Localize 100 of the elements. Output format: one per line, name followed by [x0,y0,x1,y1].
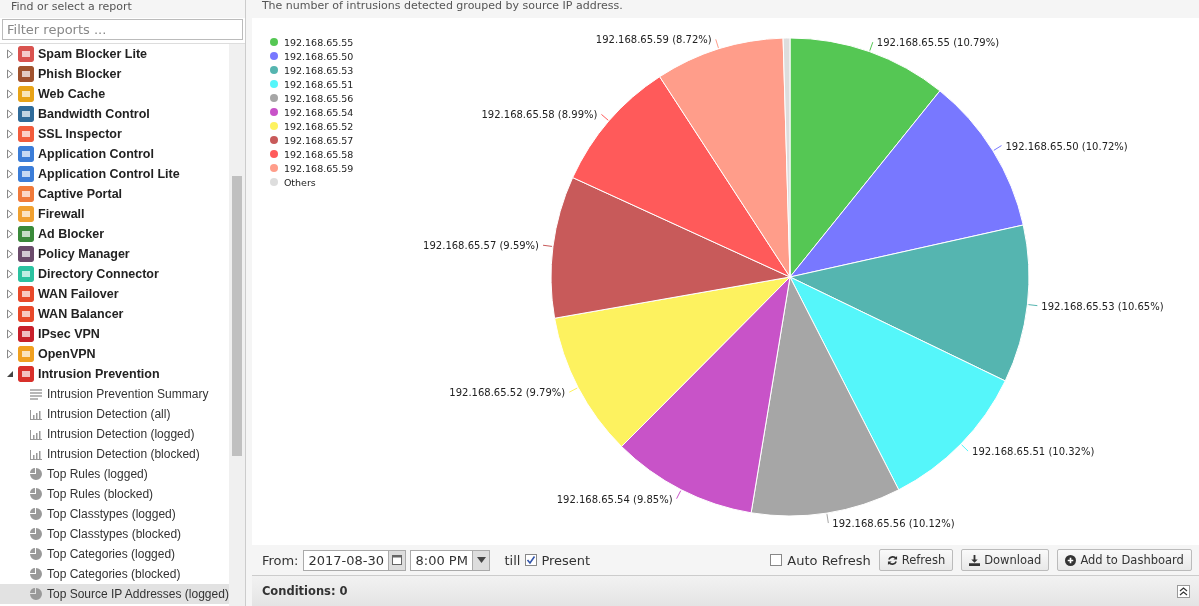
present-label: Present [541,552,591,568]
slice-label: 192.168.65.50 (10.72%) [1005,140,1128,152]
tree-item[interactable]: Intrusion Prevention Summary [0,384,229,404]
pie-chart-icon [30,548,42,560]
tree-item[interactable]: Top Classtypes (logged) [0,504,229,524]
add-button[interactable]: Add to Dashboard [1057,549,1192,571]
slice-label: 192.168.65.54 (9.85%) [556,493,673,505]
bar-chart-icon [30,408,42,420]
tree-item[interactable]: Directory Connector [38,267,159,281]
tree-item[interactable]: Top Categories (logged) [0,544,229,564]
present-checkbox[interactable] [525,554,538,566]
legend-item[interactable]: 192.168.65.51 [269,77,370,91]
filter-field[interactable]: Filter reports ... [2,19,243,40]
expand-icon[interactable] [6,229,14,239]
download-button[interactable]: Download [961,549,1050,571]
legend-label: 192.168.65.58 [283,148,354,160]
expand-icon[interactable] [6,289,14,299]
legend-label: 192.168.65.55 [283,36,354,48]
bar-chart-icon [30,428,42,440]
tree-item[interactable]: Policy Manager [38,247,130,261]
time-field[interactable]: 8:00 PM [410,549,491,571]
expand-icon[interactable] [6,129,14,139]
leader-line [1027,304,1038,307]
leader-line [600,113,609,121]
expand-icon[interactable] [6,149,14,159]
slice-label: 192.168.65.52 (9.79%) [449,387,566,399]
tree-item[interactable]: Top Rules (blocked) [0,484,229,504]
add-icon [1065,554,1077,566]
legend-item[interactable]: 192.168.65.50 [269,49,370,63]
tree-item[interactable]: SSL Inspector [38,127,122,141]
tree-item[interactable]: Top Rules (logged) [0,464,229,484]
tree-item[interactable]: Application Control [38,147,154,161]
expand-icon[interactable] [6,329,14,339]
legend-item[interactable]: 192.168.65.58 [269,147,370,161]
collapse-button[interactable] [1176,584,1190,598]
slice-label: 192.168.65.53 (10.65%) [1041,300,1164,312]
legend-label: 192.168.65.50 [283,50,354,62]
auto-refresh-checkbox[interactable] [770,554,783,566]
legend-item[interactable]: 192.168.65.52 [269,119,370,133]
tree-item[interactable]: Intrusion Detection (logged) [0,424,229,444]
legend-item[interactable]: 192.168.65.57 [269,133,370,147]
tree-item[interactable]: Firewall [38,207,85,221]
expand-icon[interactable] [6,249,14,259]
bar-chart-icon [30,448,42,460]
report-description: The number of intrusions detected grouped by source IP address. [260,0,624,14]
tree-item[interactable]: Intrusion Detection (all) [0,404,229,424]
pie-chart-icon [30,508,42,520]
legend-item[interactable]: 192.168.65.56 [269,91,370,105]
expand-icon[interactable] [6,169,14,179]
download-icon [969,554,981,566]
leader-line [869,41,874,52]
pie-chart-icon [30,468,42,480]
slice-label: 192.168.65.57 (9.59%) [423,240,539,252]
expand-icon[interactable] [6,309,14,319]
tree-item[interactable]: Ad Blocker [38,227,104,241]
tree-item[interactable]: Web Cache [38,87,106,101]
collapse-icon[interactable] [6,369,14,379]
conditions-title: Conditions: 0 [261,584,348,598]
tree-item[interactable]: Top Categories (blocked) [0,564,229,584]
tree-item[interactable]: OpenVPN [38,347,96,361]
legend-label: 192.168.65.54 [283,106,354,118]
tree-item[interactable]: Intrusion Prevention [38,367,160,381]
tree-item[interactable]: Top Source IP Addresses (logged) [0,584,229,604]
expand-icon[interactable] [6,49,14,59]
legend-label: Others [283,176,316,188]
legend-label: 192.168.65.59 [283,162,354,174]
expand-icon[interactable] [6,349,14,359]
tree-item[interactable]: Intrusion Detection (blocked) [0,444,229,464]
tree-item[interactable]: IPsec VPN [38,327,100,341]
tree-item[interactable]: Application Control Lite [38,167,180,181]
tree-item[interactable]: Bandwidth Control [38,107,150,121]
tree-item[interactable]: WAN Balancer [38,307,124,321]
legend-item[interactable]: 192.168.65.54 [269,105,370,119]
expand-icon[interactable] [6,109,14,119]
leader-line [993,145,1002,151]
legend-label: 192.168.65.57 [283,134,354,146]
expand-icon[interactable] [6,189,14,199]
refresh-button[interactable]: Refresh [878,549,954,571]
leader-line [826,513,829,524]
expand-icon[interactable] [6,209,14,219]
legend-item[interactable]: 192.168.65.55 [269,35,370,49]
leader-line [961,444,969,452]
tree-item[interactable]: Spam Blocker Lite [38,47,148,61]
legend-item[interactable]: Others [269,175,370,189]
expand-icon[interactable] [6,89,14,99]
expand-icon[interactable] [6,69,14,79]
legend-item[interactable]: 192.168.65.53 [269,63,370,77]
from-label: From: [261,552,299,568]
slice-label: 192.168.65.51 (10.32%) [971,446,1095,458]
tree-item[interactable]: Captive Portal [38,187,123,201]
scrollbar[interactable] [228,44,245,606]
legend-item[interactable]: 192.168.65.59 [269,161,370,175]
legend-label: 192.168.65.52 [283,120,354,132]
tree-item[interactable]: WAN Failover [38,287,119,301]
tree-item[interactable]: Phish Blocker [38,67,122,81]
expand-icon[interactable] [6,269,14,279]
date-field[interactable]: 2017-08-30 [303,549,407,571]
tree-item[interactable]: Top Classtypes (blocked) [0,524,229,544]
leader-line [568,387,578,393]
pie-chart-icon [30,568,42,580]
